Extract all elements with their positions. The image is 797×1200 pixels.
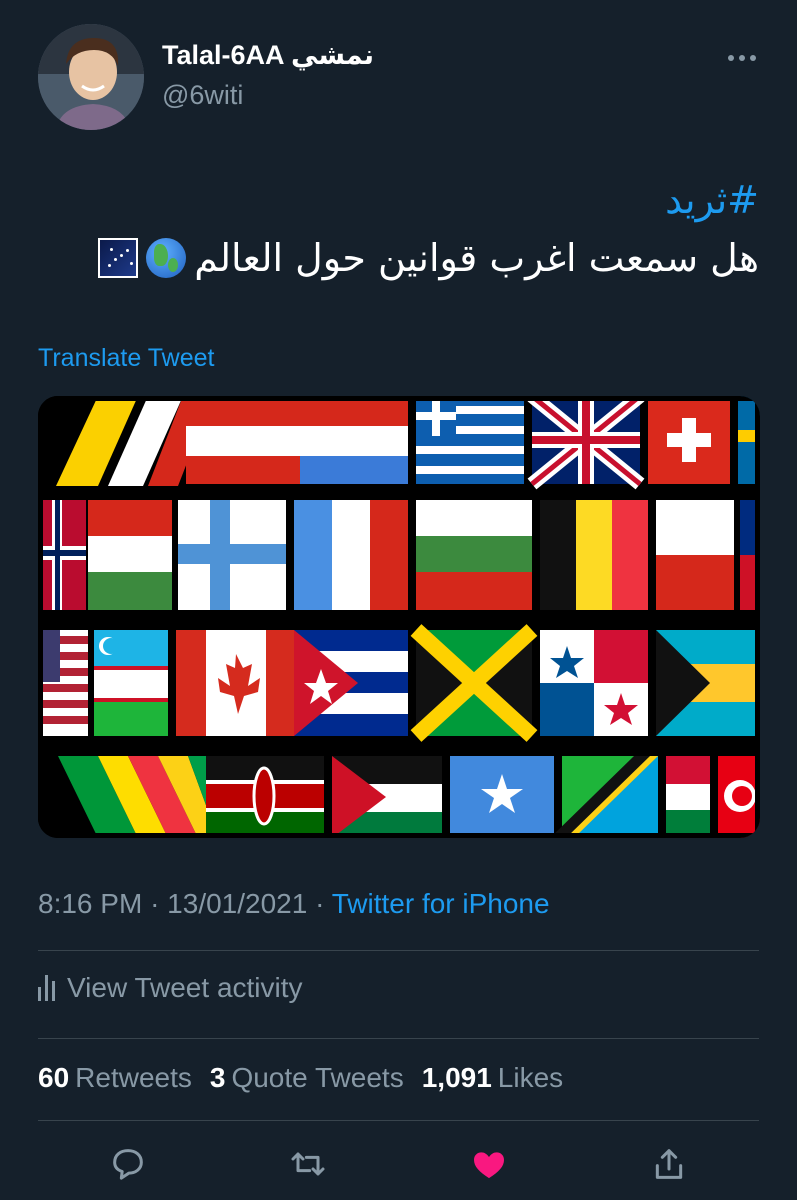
retweet-icon[interactable] [286, 1142, 330, 1186]
view-tweet-activity-label: View Tweet activity [67, 972, 303, 1003]
tweet-time: 8:16 PM [38, 888, 143, 919]
tweet-date: 13/01/2021 [167, 888, 308, 919]
retweets-stat[interactable]: 60 Retweets [38, 1062, 192, 1094]
hashtag-link[interactable]: #ثريد [665, 178, 759, 222]
more-options-icon[interactable] [724, 48, 760, 68]
likes-label: Likes [497, 1062, 564, 1093]
share-icon[interactable] [647, 1142, 691, 1186]
translate-tweet-link[interactable]: Translate Tweet [38, 344, 214, 373]
view-tweet-activity-button[interactable]: View Tweet activity [38, 972, 303, 1004]
author-display-name[interactable]: Talal-6AA نمشي [162, 40, 374, 71]
globe-emoji-icon [146, 238, 187, 278]
quotes-count: 3 [209, 1062, 226, 1093]
meta-separator: · [150, 888, 160, 919]
retweets-count: 60 [38, 1062, 70, 1093]
retweets-label: Retweets [75, 1062, 192, 1093]
tweet-body: هل سمعت اغرب قوانين حول العالم [194, 236, 759, 280]
divider [38, 1120, 759, 1121]
milky-way-emoji-icon [98, 238, 139, 278]
analytics-icon [38, 975, 55, 1001]
like-icon[interactable] [467, 1142, 511, 1186]
divider [38, 1038, 759, 1039]
meta-separator: · [315, 888, 325, 919]
tweet-action-bar [38, 1142, 759, 1186]
likes-stat[interactable]: 1,091 Likes [422, 1062, 563, 1094]
likes-count: 1,091 [421, 1062, 492, 1093]
tweet-timestamp-row: 8:16 PM · 13/01/2021 · Twitter for iPhon… [38, 888, 550, 920]
engagement-stats: 60 Retweets 3 Quote Tweets 1,091 Likes [38, 1062, 563, 1094]
quote-tweets-stat[interactable]: 3 Quote Tweets [210, 1062, 404, 1094]
tweet-header: Talal-6AA نمشي @6witi [38, 24, 760, 132]
reply-icon[interactable] [106, 1142, 150, 1186]
divider [38, 950, 759, 951]
author-handle[interactable]: @6witi [162, 80, 243, 111]
avatar[interactable] [38, 24, 144, 130]
tweet-image-world-flags[interactable] [38, 396, 760, 838]
flag-row-1 [56, 396, 760, 490]
tweet-source-link[interactable]: Twitter for iPhone [332, 888, 550, 919]
quotes-label: Quote Tweets [231, 1062, 404, 1093]
tweet-text: هل سمعت اغرب قوانين حول العالم [98, 236, 759, 280]
flag-row-4 [58, 756, 760, 838]
